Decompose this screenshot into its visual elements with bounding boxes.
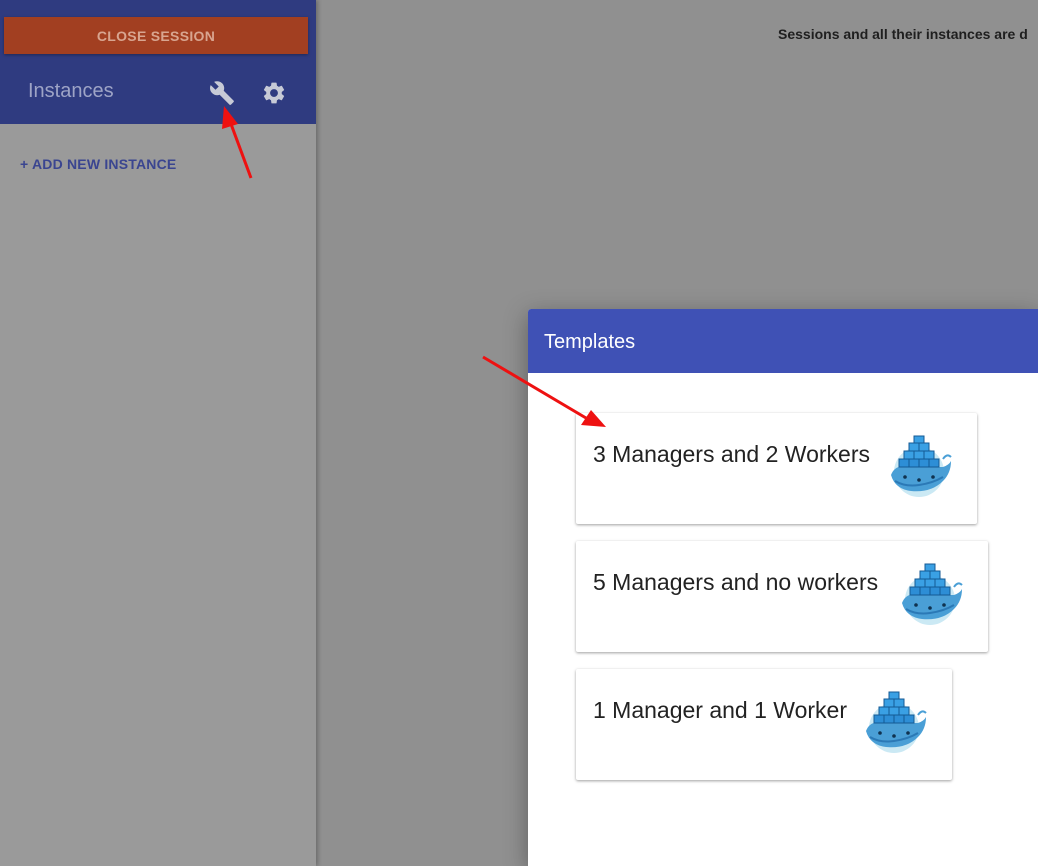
gear-icon[interactable]: [261, 80, 287, 106]
instances-title: Instances: [28, 80, 114, 102]
template-label: 1 Manager and 1 Worker: [593, 697, 847, 723]
sidebar: CLOSE SESSION Instances + ADD NEW INSTAN…: [0, 0, 316, 866]
docker-whale-icon: [896, 563, 964, 625]
docker-whale-icon: [885, 435, 953, 497]
templates-dialog: Templates 3 Managers and 2 Workers 5 Man…: [528, 309, 1038, 866]
template-card-3m-2w[interactable]: 3 Managers and 2 Workers: [576, 413, 977, 524]
docker-whale-icon: [860, 691, 928, 753]
dialog-title: Templates: [544, 331, 636, 353]
wrench-icon[interactable]: [209, 80, 235, 106]
template-label: 5 Managers and no workers: [593, 569, 879, 595]
dialog-header: Templates: [528, 309, 1038, 373]
sidebar-header: CLOSE SESSION Instances: [0, 0, 316, 124]
template-card-1m-1w[interactable]: 1 Manager and 1 Worker: [576, 669, 952, 780]
template-label: 3 Managers and 2 Workers: [593, 441, 870, 467]
add-new-instance-button[interactable]: + ADD NEW INSTANCE: [20, 156, 176, 172]
close-session-button[interactable]: CLOSE SESSION: [4, 17, 308, 54]
template-card-5m-0w[interactable]: 5 Managers and no workers: [576, 541, 988, 652]
session-notice: Sessions and all their instances are d: [778, 26, 1028, 42]
